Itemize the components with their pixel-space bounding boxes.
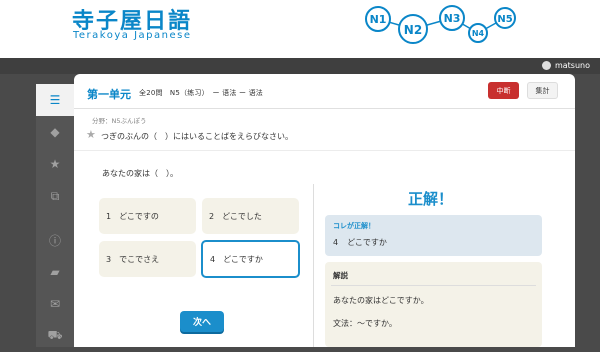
option-text: どこですの [119, 211, 159, 221]
question-text: つぎのぶんの（ ）にはいることばをえらびなさい。 [101, 132, 293, 141]
column-divider [313, 184, 314, 347]
score-button[interactable]: 集計 [527, 82, 558, 99]
svg-text:N2: N2 [404, 23, 422, 37]
option-3[interactable]: 3 でこでさえ [99, 241, 196, 277]
correct-answer-box: コレが正解！ 4 どこですか [325, 215, 542, 256]
option-number: 1 [106, 211, 112, 221]
header: 寺子屋日語 Terakoya Japanese N1 N2 N3 N4 N5 [0, 0, 600, 58]
quiz-panel: 第一单元 全20問 N5（练习） ー 语法 ー 语法 中断 集計 分野：N5ぶん… [74, 74, 575, 347]
quiz-meta: 全20問 N5（练习） ー 语法 ー 语法 [139, 89, 263, 97]
svg-text:N1: N1 [370, 13, 387, 26]
sidebar-cart-icon[interactable]: ⛟ [36, 320, 74, 352]
divider [74, 150, 575, 151]
correct-answer-number: 4 [333, 238, 339, 247]
sidebar-mail-icon[interactable]: ✉ [36, 288, 74, 320]
divider [74, 108, 575, 109]
correct-answer-text: どこですか [347, 238, 387, 247]
username: matsuno [554, 60, 590, 70]
level-badges: N1 N2 N3 N4 N5 [365, 5, 516, 44]
correct-answer: 4 どこですか [333, 237, 387, 248]
next-button[interactable]: 次へ [180, 311, 224, 332]
stop-button[interactable]: 中断 [488, 82, 519, 99]
explanation-grammar: 文法：～ですか。 [333, 319, 397, 328]
level-n2-badge[interactable]: N2 [398, 14, 428, 44]
level-n3-badge[interactable]: N3 [439, 5, 465, 31]
logo-subtitle: Terakoya Japanese [73, 30, 192, 41]
sidebar: ☰ ◆ ★ ⧉ ⓘ ▰ ✉ ⛟ [36, 84, 74, 347]
sidebar-tag-icon[interactable]: ◆ [36, 116, 74, 148]
svg-text:N3: N3 [444, 12, 461, 25]
level-n5-badge[interactable]: N5 [494, 7, 516, 29]
sidebar-star-icon[interactable]: ★ [36, 148, 74, 180]
option-2[interactable]: 2 どこでした [202, 198, 299, 234]
option-text: どこですか [223, 254, 263, 264]
explanation-label: 解説 [333, 271, 348, 280]
top-bar [0, 58, 600, 74]
explanation-box: 解説 あなたの家はどこですか。 文法：～ですか。 [325, 262, 542, 347]
sidebar-chat-icon[interactable]: ▰ [36, 256, 74, 288]
sidebar-list-icon[interactable]: ☰ [36, 84, 74, 116]
svg-text:N5: N5 [497, 14, 512, 25]
option-number: 4 [210, 254, 216, 264]
sidebar-info-icon[interactable]: ⓘ [36, 224, 74, 256]
option-1[interactable]: 1 どこですの [99, 198, 196, 234]
option-number: 2 [209, 211, 215, 221]
result-label: 正解！ [408, 190, 454, 208]
question-sentence: あなたの家は（ ）。 [102, 169, 178, 178]
level-n1-badge[interactable]: N1 [365, 6, 391, 32]
scrollbar[interactable] [590, 74, 600, 347]
user-menu[interactable]: matsuno [541, 58, 590, 72]
option-text: でこでさえ [119, 254, 160, 264]
divider [331, 285, 536, 286]
option-text: どこでした [222, 211, 262, 221]
unit-title: 第一单元 [87, 88, 131, 101]
favorite-star-icon[interactable]: ★ [86, 128, 96, 141]
explanation-sentence: あなたの家はどこですか。 [333, 296, 429, 305]
user-avatar-icon [541, 60, 551, 70]
level-n4-badge[interactable]: N4 [468, 23, 488, 43]
option-number: 3 [106, 254, 112, 264]
correct-answer-label: コレが正解！ [333, 222, 375, 230]
option-4[interactable]: 4 どこですか [201, 240, 300, 278]
svg-text:N4: N4 [472, 29, 485, 38]
sidebar-chart-icon[interactable]: ⧉ [36, 180, 74, 212]
category-label: 分野：N5ぶんぽう [92, 117, 147, 125]
